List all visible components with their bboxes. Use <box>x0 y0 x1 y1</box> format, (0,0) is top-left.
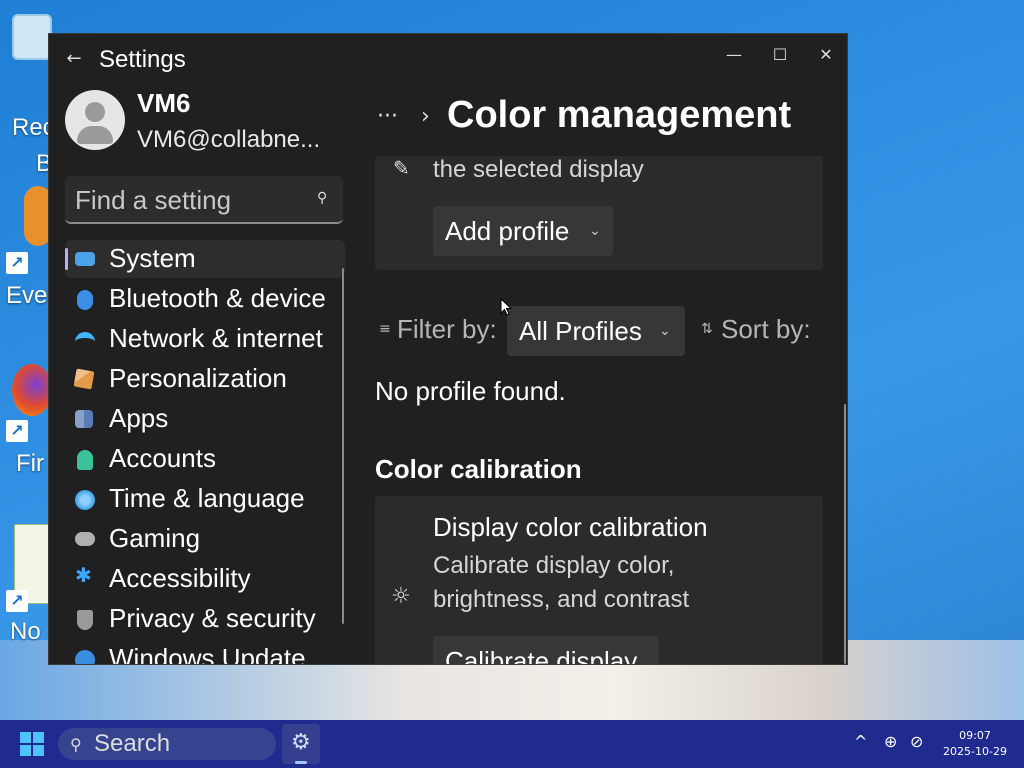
update-arrows-icon <box>75 650 95 664</box>
settings-window: ← Settings — ☐ ✕ VM6 VM6@collabne... ⚲ S… <box>48 33 848 665</box>
calibration-item-title: Display color calibration <box>433 512 708 542</box>
chevron-down-icon: ⌄ <box>589 222 601 238</box>
calibration-item-desc-line1: Calibrate display color, <box>433 552 675 579</box>
sidebar-item-label: Windows Update <box>109 643 306 665</box>
gear-icon: ⚙ <box>291 730 311 755</box>
sidebar-item-label: Network & internet <box>109 323 323 353</box>
sidebar-item-label: Gaming <box>109 523 201 553</box>
start-windows-icon[interactable] <box>20 732 44 756</box>
shortcut-arrow-icon: ↗ <box>6 420 28 442</box>
search-box[interactable]: ⚲ <box>65 176 343 224</box>
calibrate-display-label: Calibrate display <box>445 646 638 665</box>
filter-dropdown[interactable]: All Profiles ⌄ <box>507 306 685 356</box>
search-icon[interactable]: ⚲ <box>317 190 333 206</box>
sun-brightness-icon: ☼ <box>391 584 411 609</box>
desktop-icon-label: No <box>10 618 41 645</box>
clock-date: 2025-10-29 <box>943 745 1007 758</box>
search-input[interactable] <box>75 184 305 216</box>
sidebar-item-label: Bluetooth & devices <box>109 283 325 313</box>
calibration-item-desc-line2: brightness, and contrast <box>433 586 690 613</box>
filter-by-label: Filter by: <box>397 314 497 344</box>
clock-time: 09:07 <box>959 729 991 742</box>
sidebar-scrollbar[interactable] <box>342 268 344 624</box>
sidebar-item-label: Time & language <box>109 483 305 513</box>
sidebar-item-apps[interactable]: Apps <box>65 400 345 438</box>
sidebar-item-network[interactable]: Network & internet <box>65 320 345 358</box>
calibrate-display-button[interactable]: Calibrate display <box>433 636 659 665</box>
firefox-icon <box>12 364 52 416</box>
sidebar-item-label: Apps <box>109 403 169 433</box>
chevron-down-icon: ⌄ <box>659 322 671 338</box>
recycle-bin-icon <box>12 14 52 60</box>
sidebar-item-label: System <box>109 243 196 273</box>
accessibility-person-icon: ✱ <box>75 565 92 587</box>
speaker-muted-icon[interactable]: ⊘ <box>910 732 923 751</box>
taskbar-search-box[interactable]: ⚲ Search <box>58 728 276 760</box>
wifi-icon <box>75 332 95 346</box>
shield-icon <box>77 610 93 630</box>
filter-dropdown-value: All Profiles <box>519 316 642 346</box>
sidebar-item-accessibility[interactable]: ✱ Accessibility <box>65 560 345 598</box>
globe-network-icon[interactable]: ⊕ <box>884 732 897 751</box>
sort-by-label[interactable]: Sort by: <box>721 314 811 345</box>
sidebar-item-gaming[interactable]: Gaming <box>65 520 345 558</box>
sidebar-item-label: Accounts <box>109 443 216 473</box>
filter-icon: ≡ <box>379 321 391 337</box>
sidebar-item-system[interactable]: System <box>65 240 345 278</box>
apps-grid-icon <box>75 410 93 428</box>
card-description: the selected display <box>433 156 644 183</box>
display-calibration-card: ☼ Display color calibration Calibrate di… <box>375 496 823 665</box>
color-profiles-card: ✎ the selected display Add profile ⌄ <box>375 156 823 270</box>
person-icon <box>77 450 93 470</box>
breadcrumb-more-button[interactable]: ··· <box>377 104 398 129</box>
sort-icon: ⇅ <box>701 321 713 337</box>
maximize-button[interactable]: ☐ <box>757 40 803 70</box>
taskbar-settings-app[interactable]: ⚙ <box>282 724 320 764</box>
monitor-icon <box>75 252 95 266</box>
main-content: ✎ the selected display Add profile ⌄ ≡ F… <box>375 156 845 665</box>
sidebar-item-label: Privacy & security <box>109 603 316 633</box>
sidebar-item-privacy[interactable]: Privacy & security <box>65 600 345 638</box>
mouse-cursor-icon <box>500 298 512 316</box>
shortcut-arrow-icon: ↗ <box>6 590 28 612</box>
search-icon: ⚲ <box>70 735 82 754</box>
section-heading-color-calibration: Color calibration <box>375 454 582 484</box>
sidebar-item-personalization[interactable]: Personalization <box>65 360 345 398</box>
sidebar-item-label: Personalization <box>109 363 287 393</box>
avatar-head-icon <box>85 102 105 122</box>
paintbrush-icon <box>73 368 95 390</box>
avatar[interactable] <box>65 90 125 150</box>
user-email: VM6@collabne... <box>137 126 321 153</box>
shortcut-arrow-icon: ↗ <box>6 252 28 274</box>
page-title: Color management <box>447 94 792 136</box>
taskbar-search-label: Search <box>94 730 171 757</box>
user-name: VM6 <box>137 88 191 118</box>
window-title: Settings <box>99 46 186 73</box>
sidebar-nav: System Bluetooth & devices Network & int… <box>65 240 345 665</box>
add-profile-button[interactable]: Add profile ⌄ <box>433 206 613 256</box>
taskbar: ⚲ Search ⚙ ^ ⊕ ⊘ 09:07 2025-10-29 <box>0 720 1024 768</box>
breadcrumb-chevron-icon: › <box>421 104 430 129</box>
gamepad-icon <box>75 532 95 546</box>
main-scrollbar[interactable] <box>844 404 846 664</box>
add-profile-label: Add profile <box>445 216 570 246</box>
eyedropper-icon: ✎ <box>393 156 410 180</box>
desktop-icon-label: Fir <box>16 450 44 477</box>
avatar-body-icon <box>77 126 113 144</box>
sidebar-item-windows-update[interactable]: Windows Update <box>65 640 345 665</box>
globe-clock-icon <box>75 490 95 510</box>
sidebar-item-accounts[interactable]: Accounts <box>65 440 345 478</box>
sidebar-item-time-language[interactable]: Time & language <box>65 480 345 518</box>
sidebar-item-label: Accessibility <box>109 563 251 593</box>
chevron-up-icon[interactable]: ^ <box>854 732 867 751</box>
empty-state-text: No profile found. <box>375 376 566 406</box>
taskbar-clock[interactable]: 09:07 2025-10-29 <box>940 728 1010 760</box>
close-button[interactable]: ✕ <box>803 40 847 70</box>
title-bar[interactable]: ← Settings — ☐ ✕ <box>49 34 847 86</box>
selection-indicator <box>65 248 68 270</box>
sidebar-item-bluetooth[interactable]: Bluetooth & devices <box>65 280 345 318</box>
bluetooth-icon <box>77 290 93 310</box>
back-arrow-icon[interactable]: ← <box>63 48 85 70</box>
minimize-button[interactable]: — <box>711 40 757 70</box>
